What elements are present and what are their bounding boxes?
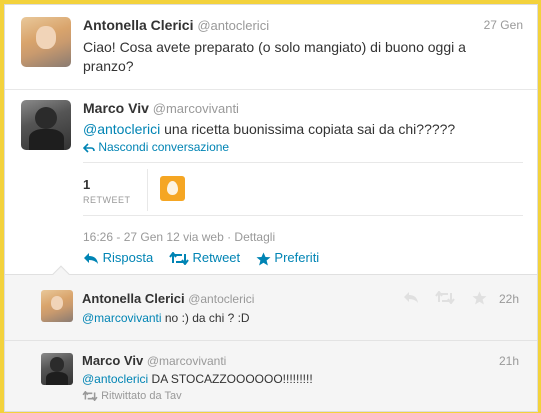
star-icon <box>256 252 271 266</box>
reply-time[interactable]: 22h <box>499 292 519 306</box>
tweet-body: una ricetta buonissima copiata sai da ch… <box>160 121 456 137</box>
reply-icon <box>84 253 98 265</box>
favorite-button[interactable]: Preferiti <box>256 250 320 266</box>
author-handle[interactable]: @marcovivanti <box>147 354 227 368</box>
reply-body: no :) da chi ? :D <box>161 311 250 325</box>
author-name[interactable]: Marco Viv <box>83 100 149 116</box>
egg-icon <box>167 181 178 195</box>
author-name[interactable]: Antonella Clerici <box>83 17 193 33</box>
author-handle[interactable]: @marcovivanti <box>153 101 239 116</box>
retweet-button[interactable]: Retweet <box>169 250 244 266</box>
retweet-label: Retweet <box>192 250 241 265</box>
reply-text: @antoclerici DA STOCAZZOOOOOO!!!!!!!!! <box>82 372 313 386</box>
retweet-icon <box>169 252 189 266</box>
retweeted-by[interactable]: Ritwittato da Tav <box>82 390 182 402</box>
tweet-stats: 1 RETWEET <box>83 162 523 216</box>
reply-hover-actions <box>403 289 487 307</box>
favorite-label: Preferiti <box>274 250 320 265</box>
reply-header: Marco Viv @marcovivanti <box>82 353 226 368</box>
avatar[interactable] <box>21 100 71 150</box>
hide-conversation-link[interactable]: Nascondi conversazione <box>83 140 229 154</box>
retweet-icon <box>82 391 98 402</box>
avatar[interactable] <box>41 353 73 385</box>
reply-text: @marcovivanti no :) da chi ? :D <box>82 311 250 325</box>
tweet-marco-expanded[interactable]: Marco Viv @marcovivanti @antoclerici una… <box>5 89 537 274</box>
tweet-header: Antonella Clerici @antoclerici <box>83 17 269 33</box>
mention-link[interactable]: @marcovivanti <box>82 311 162 325</box>
reply-time[interactable]: 21h <box>499 354 519 368</box>
reply-tweet[interactable]: Antonella Clerici @antoclerici 22h @marc… <box>5 275 537 340</box>
conversation-panel: Antonella Clerici @antoclerici 27 Gen Ci… <box>4 4 538 412</box>
retweet-icon[interactable] <box>435 291 456 305</box>
mention-link[interactable]: @antoclerici <box>82 372 148 386</box>
star-icon[interactable] <box>472 291 487 305</box>
retweet-count[interactable]: 1 <box>83 177 90 192</box>
mention-link[interactable]: @antoclerici <box>83 121 160 137</box>
tweet-text: @antoclerici una ricetta buonissima copi… <box>83 121 455 137</box>
tweet-actions: Risposta Retweet Preferiti <box>83 250 319 266</box>
replies-list: Antonella Clerici @antoclerici 22h @marc… <box>5 265 537 411</box>
author-handle[interactable]: @antoclerici <box>197 18 269 33</box>
avatar[interactable] <box>41 290 73 322</box>
egg-avatar[interactable] <box>160 176 185 201</box>
reply-label: Risposta <box>102 250 154 265</box>
author-handle[interactable]: @antoclerici <box>188 292 254 306</box>
tweet-meta[interactable]: 16:26 - 27 Gen 12 via web · Dettagli <box>83 230 275 244</box>
tweet-time[interactable]: 27 Gen <box>484 18 523 32</box>
reply-tweet[interactable]: Marco Viv @marcovivanti 21h @antoclerici… <box>5 341 537 411</box>
reply-button[interactable]: Risposta <box>83 250 157 265</box>
tweet-header: Marco Viv @marcovivanti <box>83 100 239 116</box>
reply-arrow-icon <box>83 143 95 153</box>
reply-icon[interactable] <box>403 291 419 304</box>
tweet-antonella[interactable]: Antonella Clerici @antoclerici 27 Gen Ci… <box>5 5 537 89</box>
tweet-text: Ciao! Cosa avete preparato (o solo mangi… <box>83 39 466 74</box>
reply-body: DA STOCAZZOOOOOO!!!!!!!!! <box>148 372 313 386</box>
retweeted-by-label: Ritwittato da Tav <box>101 390 182 402</box>
avatar[interactable] <box>21 17 71 67</box>
hide-conversation-label: Nascondi conversazione <box>98 140 230 154</box>
reply-header: Antonella Clerici @antoclerici <box>82 291 254 306</box>
retweet-count-label: RETWEET <box>83 195 131 205</box>
author-name[interactable]: Marco Viv <box>82 353 143 368</box>
divider <box>147 169 148 211</box>
author-name[interactable]: Antonella Clerici <box>82 291 185 306</box>
